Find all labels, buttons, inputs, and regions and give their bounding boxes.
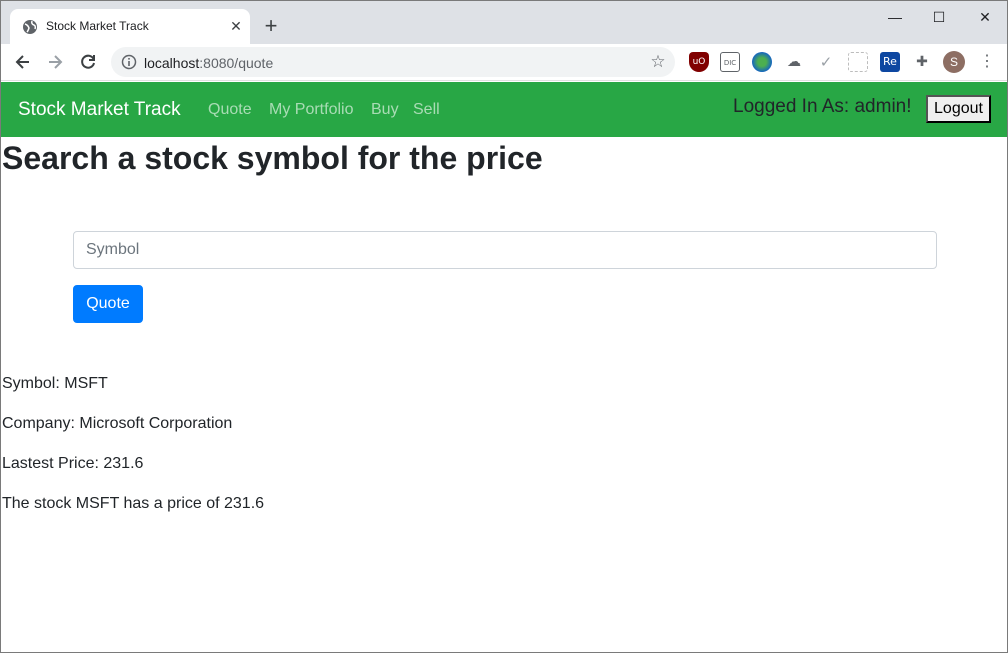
site-navbar: Stock Market Track Quote My Portfolio Bu… <box>1 82 1007 137</box>
grid-ext-icon[interactable] <box>848 52 868 72</box>
browser-tabstrip: Stock Market Track ✕ + — ☐ ✕ <box>1 1 1007 44</box>
browser-menu-icon[interactable]: ⋮ <box>979 52 995 72</box>
profile-avatar[interactable]: S <box>943 51 965 73</box>
bookmark-star-icon[interactable]: ☆ <box>649 53 667 71</box>
nav-link-sell[interactable]: Sell <box>413 101 440 119</box>
page-title: Search a stock symbol for the price <box>2 140 543 176</box>
url-host: localhost <box>144 55 200 71</box>
close-window-icon[interactable]: ✕ <box>970 7 1000 27</box>
dictionary-icon[interactable]: DIC <box>720 52 740 72</box>
info-icon[interactable] <box>121 54 137 70</box>
logged-in-status: Logged In As: admin! <box>733 96 912 117</box>
address-bar[interactable]: localhost:8080/quote ☆ <box>111 47 675 77</box>
nav-link-my-portfolio[interactable]: My Portfolio <box>269 101 353 119</box>
result-summary: The stock MSFT has a price of 231.6 <box>2 495 265 512</box>
check-ext-icon[interactable]: ✓ <box>816 52 836 72</box>
new-tab-icon[interactable]: + <box>261 15 281 37</box>
forward-arrow-icon[interactable] <box>45 52 65 72</box>
puzzle-icon[interactable]: ✚ <box>912 52 932 72</box>
symbol-input[interactable] <box>73 231 937 269</box>
globe-icon <box>23 20 37 34</box>
navbar-brand[interactable]: Stock Market Track <box>18 99 181 121</box>
globe-ext-icon[interactable] <box>752 52 772 72</box>
tab-close-icon[interactable]: ✕ <box>228 18 244 34</box>
ublock-icon[interactable]: uO <box>689 52 709 72</box>
nav-link-buy[interactable]: Buy <box>371 101 399 119</box>
logout-button[interactable]: Logout <box>926 95 991 123</box>
result-price: Lastest Price: 231.6 <box>2 455 144 472</box>
url-path: :8080/quote <box>199 55 274 71</box>
minimize-icon[interactable]: — <box>880 7 910 27</box>
cloud-ext-icon[interactable]: ☁ <box>784 52 804 72</box>
nav-link-quote[interactable]: Quote <box>208 101 252 119</box>
browser-toolbar: localhost:8080/quote ☆ uO DIC ☁ ✓ Re ✚ S… <box>1 44 1007 81</box>
re-ext-icon[interactable]: Re <box>880 52 900 72</box>
maximize-icon[interactable]: ☐ <box>924 7 954 27</box>
back-arrow-icon[interactable] <box>13 52 33 72</box>
result-symbol: Symbol: MSFT <box>2 375 108 392</box>
result-company: Company: Microsoft Corporation <box>2 415 233 432</box>
reload-icon[interactable] <box>78 52 98 72</box>
quote-button[interactable]: Quote <box>73 285 143 323</box>
tab-title: Stock Market Track <box>46 19 149 33</box>
url-text: localhost:8080/quote <box>144 55 273 71</box>
browser-tab[interactable]: Stock Market Track ✕ <box>10 9 250 44</box>
